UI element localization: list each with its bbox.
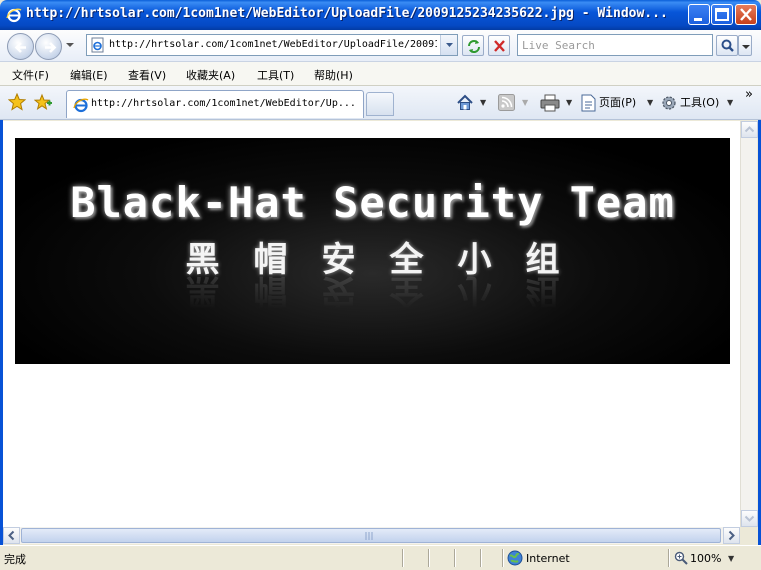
menu-view[interactable]: 查看(V) — [128, 67, 166, 83]
gear-icon[interactable] — [660, 94, 678, 112]
chevron-up-icon — [744, 126, 755, 133]
tab-title: http://hrtsolar.com/1com1net/WebEditor/U… — [91, 98, 356, 109]
window-title: http://hrtsolar.com/1com1net/WebEditor/U… — [26, 6, 668, 21]
scroll-right-button[interactable] — [723, 527, 740, 544]
zoom-icon[interactable] — [674, 551, 688, 565]
menu-favorites[interactable]: 收藏夹(A) — [186, 67, 235, 83]
status-bar: 完成 Internet 100% ▼ — [0, 545, 761, 570]
page-menu-icon[interactable] — [580, 94, 596, 112]
security-zone: Internet — [526, 552, 570, 565]
add-favorites-icon[interactable] — [34, 93, 52, 111]
home-icon[interactable] — [456, 94, 474, 112]
address-toolbar: http://hrtsolar.com/1com1net/WebEditor/U… — [0, 30, 761, 62]
menu-help[interactable]: 帮助(H) — [314, 67, 353, 83]
ie-logo-icon — [6, 8, 22, 23]
address-url: http://hrtsolar.com/1com1net/WebEditor/U… — [109, 39, 437, 50]
rss-feed-icon[interactable] — [498, 94, 515, 111]
chevron-down-icon — [446, 43, 453, 47]
favorites-star-icon[interactable] — [8, 93, 26, 111]
horizontal-scrollbar[interactable] — [3, 527, 740, 544]
page-icon — [91, 37, 104, 53]
banner-image: Black-Hat Security Team 黑帽安全小组 黑帽安全小组 — [15, 138, 730, 364]
page-menu-button[interactable]: 页面(P) — [599, 94, 636, 110]
ie-logo-icon — [73, 98, 89, 113]
banner-subtitle-reflection: 黑帽安全小组 — [185, 271, 594, 311]
grip-icon — [365, 532, 373, 540]
maximize-button[interactable] — [711, 4, 733, 25]
chevron-down-icon — [742, 45, 750, 49]
banner-title: Black-Hat Security Team — [70, 178, 675, 227]
search-input[interactable] — [518, 35, 712, 55]
back-button[interactable] — [7, 33, 34, 60]
minimize-icon — [694, 18, 702, 21]
tab-current[interactable]: http://hrtsolar.com/1com1net/WebEditor/U… — [66, 90, 364, 118]
menu-file[interactable]: 文件(F) — [12, 67, 49, 83]
tab-toolbar: http://hrtsolar.com/1com1net/WebEditor/U… — [0, 86, 761, 120]
stop-button[interactable] — [488, 35, 510, 56]
stop-icon — [494, 40, 505, 52]
address-dropdown-button[interactable] — [440, 35, 457, 55]
close-button[interactable] — [735, 4, 757, 25]
status-divider — [502, 549, 504, 567]
chevron-down-icon[interactable]: ▼ — [522, 98, 528, 107]
print-icon[interactable] — [540, 94, 560, 112]
scroll-down-button[interactable] — [741, 510, 758, 527]
status-divider — [428, 549, 430, 567]
arrow-left-icon — [14, 42, 26, 53]
globe-icon — [507, 550, 523, 566]
status-text: 完成 — [4, 553, 26, 566]
search-options-button[interactable] — [738, 35, 752, 56]
status-divider — [402, 549, 404, 567]
status-divider — [454, 549, 456, 567]
scrollbar-corner — [740, 527, 757, 544]
chevron-left-icon — [8, 530, 15, 541]
vertical-scrollbar[interactable] — [740, 121, 758, 527]
refresh-button[interactable] — [462, 35, 484, 56]
scroll-left-button[interactable] — [3, 527, 20, 544]
zoom-level[interactable]: 100% — [690, 552, 721, 565]
forward-button[interactable] — [35, 33, 62, 60]
address-field[interactable]: http://hrtsolar.com/1com1net/WebEditor/U… — [86, 34, 458, 56]
menu-bar: 文件(F) 编辑(E) 查看(V) 收藏夹(A) 工具(T) 帮助(H) — [0, 62, 761, 86]
tools-menu-button[interactable]: 工具(O) — [680, 94, 719, 110]
chevron-down-icon[interactable]: ▼ — [480, 98, 486, 107]
chevron-down-icon — [66, 43, 74, 47]
history-dropdown-button[interactable] — [65, 40, 75, 53]
search-field[interactable] — [517, 34, 713, 56]
scroll-up-button[interactable] — [741, 121, 758, 138]
chevron-down-icon[interactable]: ▼ — [566, 98, 572, 107]
minimize-button[interactable] — [688, 4, 710, 25]
search-icon — [721, 39, 734, 52]
menu-tools[interactable]: 工具(T) — [257, 67, 294, 83]
chevron-down-icon[interactable]: ▼ — [647, 98, 653, 107]
title-bar[interactable]: http://hrtsolar.com/1com1net/WebEditor/U… — [0, 0, 761, 30]
arrow-right-icon — [45, 42, 57, 53]
close-icon — [740, 8, 752, 21]
chevron-down-icon[interactable]: ▼ — [728, 554, 734, 563]
maximize-icon — [715, 8, 729, 21]
new-tab-button[interactable] — [366, 92, 394, 116]
status-divider — [668, 549, 670, 567]
search-button[interactable] — [716, 35, 738, 56]
menu-edit[interactable]: 编辑(E) — [70, 67, 108, 83]
status-divider — [480, 549, 482, 567]
chevron-right-icon — [728, 530, 735, 541]
chevron-down-icon — [744, 515, 755, 522]
chevron-down-icon[interactable]: ▼ — [727, 98, 733, 107]
refresh-icon — [468, 40, 480, 53]
horizontal-scroll-thumb[interactable] — [21, 528, 721, 543]
more-commands-button[interactable]: » — [745, 87, 753, 102]
page-content: Black-Hat Security Team 黑帽安全小组 黑帽安全小组 — [3, 121, 740, 527]
